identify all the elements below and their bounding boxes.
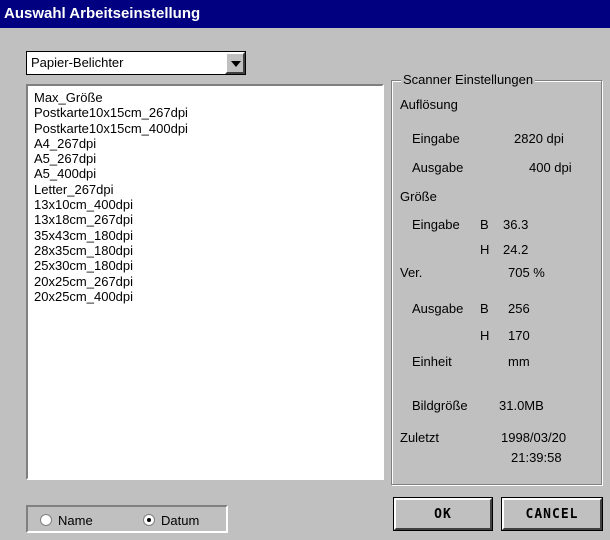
size-output-label: Ausgabe [412,301,464,316]
dropdown-button[interactable] [225,52,245,74]
ver-value: 705 % [508,265,545,280]
resolution-output-label: Ausgabe [412,160,464,175]
list-item[interactable]: A5_400dpi [28,166,382,181]
resolution-input-value: 2820 dpi [514,131,564,146]
list-item[interactable]: Max_Größe [28,90,382,105]
list-item[interactable]: 13x10cm_400dpi [28,197,382,212]
radio-selected-icon[interactable] [143,514,155,526]
size-output-b-value: 256 [508,301,530,316]
ok-button[interactable]: OK [393,497,493,531]
resolution-label: Auflösung [400,97,458,112]
size-label: Größe [400,189,437,204]
window-title: Auswahl Arbeitseinstellung [0,0,610,28]
list-item[interactable]: A5_267dpi [28,151,382,166]
list-item[interactable]: Letter_267dpi [28,182,382,197]
size-input-b-value: 36.3 [503,217,529,232]
size-output-h-value: 170 [508,328,530,343]
size-output-b-label: B [480,301,489,316]
settings-list[interactable]: Max_Größe Postkarte10x15cm_267dpi Postkart… [26,84,384,480]
last-label: Zuletzt [400,430,440,445]
list-item[interactable]: A4_267dpi [28,136,382,151]
ver-label: Ver. [400,265,423,280]
chevron-down-icon [231,61,241,67]
list-item[interactable]: 20x25cm_267dpi [28,274,382,289]
sort-by-date-label: Datum [161,513,200,528]
resolution-input-label: Eingabe [412,131,460,146]
list-item[interactable]: Postkarte10x15cm_400dpi [28,121,382,136]
cancel-button[interactable]: CANCEL [501,497,603,531]
last-date: 1998/03/20 [501,430,567,445]
resolution-output-value: 400 dpi [529,160,572,175]
size-output-h-label: H [480,328,490,343]
size-input-h-label: H [480,242,490,257]
scanner-settings-panel: Scanner Einstellungen Auflösung Eingabe … [391,72,602,485]
list-item[interactable]: Postkarte10x15cm_267dpi [28,105,382,120]
size-input-b-label: B [480,217,489,232]
list-item[interactable]: 20x25cm_400dpi [28,289,382,304]
sort-radio-group: Name Datum [26,505,228,533]
size-input-label: Eingabe [412,217,460,232]
list-item[interactable]: 35x43cm_180dpi [28,228,382,243]
image-size-label: Bildgröße [412,398,468,413]
unit-value: mm [508,354,530,369]
list-item[interactable]: 28x35cm_180dpi [28,243,382,258]
size-input-h-value: 24.2 [503,242,529,257]
mode-dropdown-value: Papier-Belichter [31,55,124,70]
unit-label: Einheit [412,354,452,369]
image-size-value: 31.0MB [499,398,544,413]
list-item[interactable]: 25x30cm_180dpi [28,258,382,273]
last-time: 21:39:58 [511,450,562,465]
list-item[interactable]: 13x18cm_267dpi [28,212,382,227]
scanner-settings-legend: Scanner Einstellungen [401,72,536,87]
sort-by-name-label: Name [58,513,93,528]
radio-circle-icon[interactable] [40,514,52,526]
mode-dropdown[interactable]: Papier-Belichter [26,51,246,75]
